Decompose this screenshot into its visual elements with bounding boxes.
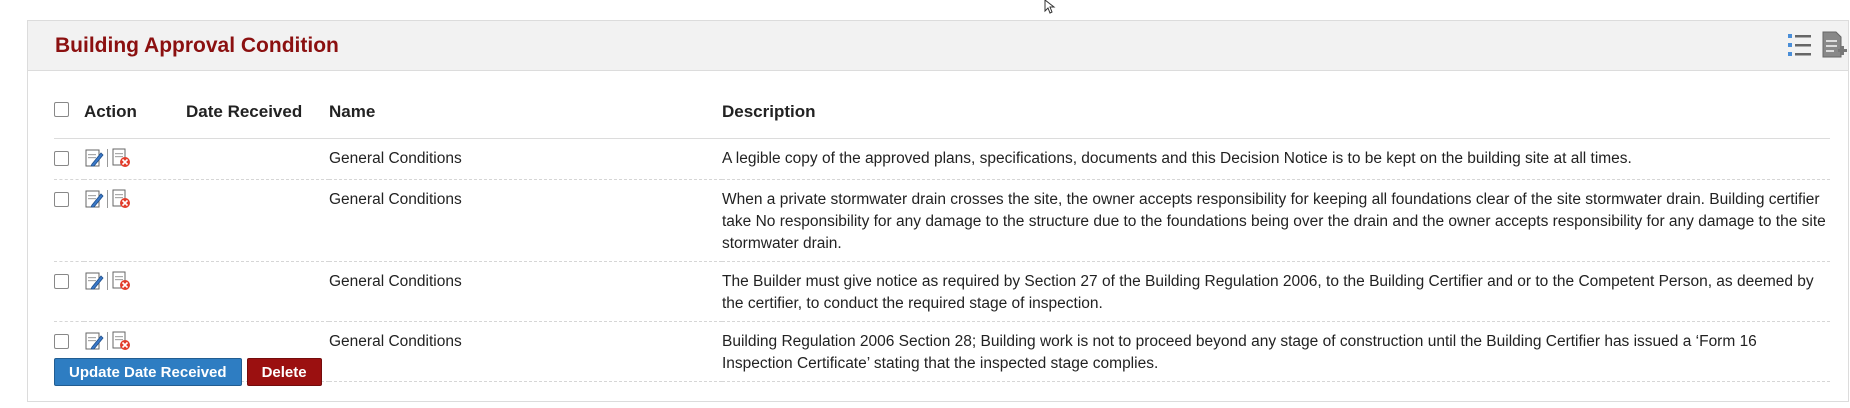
edit-icon[interactable] bbox=[84, 331, 104, 351]
edit-icon[interactable] bbox=[84, 271, 104, 291]
action-separator bbox=[107, 272, 108, 290]
row-actions bbox=[84, 271, 186, 291]
header-description: Description bbox=[722, 85, 1830, 139]
action-buttons: Update Date Received Delete bbox=[54, 358, 322, 386]
row-date-received bbox=[186, 138, 329, 180]
edit-icon[interactable] bbox=[84, 148, 104, 168]
row-date-received bbox=[186, 179, 329, 262]
row-name: General Conditions bbox=[329, 261, 722, 322]
delete-button[interactable]: Delete bbox=[246, 358, 322, 386]
panel-header: Building Approval Condition bbox=[28, 21, 1848, 71]
row-name: General Conditions bbox=[329, 138, 722, 180]
select-all-checkbox[interactable] bbox=[54, 101, 69, 117]
table-header-row: Action Date Received Name Description bbox=[54, 85, 1830, 139]
row-date-received bbox=[186, 261, 329, 322]
conditions-table: Action Date Received Name Description Ge… bbox=[54, 85, 1830, 382]
row-checkbox[interactable] bbox=[54, 192, 69, 207]
panel-title: Building Approval Condition bbox=[55, 34, 339, 57]
row-checkbox[interactable] bbox=[54, 151, 69, 166]
header-action: Action bbox=[84, 85, 186, 139]
edit-icon[interactable] bbox=[84, 189, 104, 209]
row-actions bbox=[84, 148, 186, 168]
update-date-received-button[interactable]: Update Date Received bbox=[54, 358, 242, 386]
add-document-icon[interactable] bbox=[1820, 29, 1848, 61]
row-description: The Builder must give notice as required… bbox=[722, 261, 1830, 322]
delete-icon[interactable] bbox=[111, 148, 131, 168]
row-actions bbox=[84, 189, 186, 209]
row-actions bbox=[84, 331, 186, 351]
row-checkbox[interactable] bbox=[54, 274, 69, 289]
row-description: When a private stormwater drain crosses … bbox=[722, 179, 1830, 262]
building-approval-condition-panel: Building Approval Condition Action Date … bbox=[27, 20, 1849, 402]
list-icon[interactable] bbox=[1786, 29, 1814, 61]
row-name: General Conditions bbox=[329, 179, 722, 262]
header-toolbar bbox=[1786, 29, 1848, 61]
table-row: General Conditions When a private stormwa… bbox=[54, 179, 1830, 262]
table-row: General Conditions A legible copy of the … bbox=[54, 138, 1830, 180]
mouse-pointer-icon bbox=[1044, 0, 1056, 14]
action-separator bbox=[107, 332, 108, 350]
delete-icon[interactable] bbox=[111, 331, 131, 351]
row-name: General Conditions bbox=[329, 321, 722, 382]
delete-icon[interactable] bbox=[111, 189, 131, 209]
row-checkbox[interactable] bbox=[54, 334, 69, 349]
header-date-received: Date Received bbox=[186, 85, 329, 139]
delete-icon[interactable] bbox=[111, 271, 131, 291]
action-separator bbox=[107, 149, 108, 167]
action-separator bbox=[107, 190, 108, 208]
row-description: Building Regulation 2006 Section 28; Bui… bbox=[722, 321, 1830, 382]
table-row: General Conditions The Builder must give … bbox=[54, 261, 1830, 322]
header-name: Name bbox=[329, 85, 722, 139]
row-description: A legible copy of the approved plans, sp… bbox=[722, 138, 1830, 180]
